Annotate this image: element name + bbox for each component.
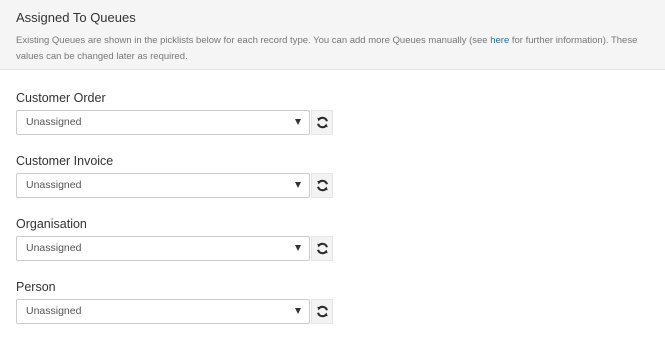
refresh-icon [316,179,328,192]
select-row: Unassigned [16,110,336,135]
field-customer-invoice: Customer Invoice Unassigned [16,153,333,198]
field-customer-order: Customer Order Unassigned [16,90,333,135]
select-value: Unassigned [26,179,82,191]
refresh-button[interactable] [311,110,333,135]
description-text-start: Existing Queues are shown in the picklis… [16,35,491,46]
caret-down-icon [295,119,301,125]
caret-down-icon [295,308,301,314]
section-header: Assigned To Queues Existing Queues are s… [0,0,665,70]
select-value: Unassigned [26,242,82,254]
section-title: Assigned To Queues [16,10,136,25]
refresh-button[interactable] [311,236,333,261]
refresh-icon [316,116,328,129]
select-value: Unassigned [26,305,82,317]
queue-select-customer-order[interactable]: Unassigned [16,110,310,135]
field-organisation: Organisation Unassigned [16,216,333,261]
refresh-button[interactable] [311,173,333,198]
section-description: Existing Queues are shown in the picklis… [16,33,656,65]
field-person: Person Unassigned [16,279,333,324]
field-label: Person [16,280,56,294]
field-label: Customer Invoice [16,154,114,168]
select-row: Unassigned [16,236,336,261]
select-value: Unassigned [26,116,82,128]
caret-down-icon [295,182,301,188]
field-label: Customer Order [16,91,106,105]
select-row: Unassigned [16,173,336,198]
select-row: Unassigned [16,299,336,324]
help-link[interactable]: here [490,35,509,46]
queue-select-organisation[interactable]: Unassigned [16,236,310,261]
refresh-button[interactable] [311,299,333,324]
queue-select-customer-invoice[interactable]: Unassigned [16,173,310,198]
refresh-icon [316,242,328,255]
queue-select-person[interactable]: Unassigned [16,299,310,324]
refresh-icon [316,305,328,318]
field-label: Organisation [16,217,87,231]
caret-down-icon [295,245,301,251]
